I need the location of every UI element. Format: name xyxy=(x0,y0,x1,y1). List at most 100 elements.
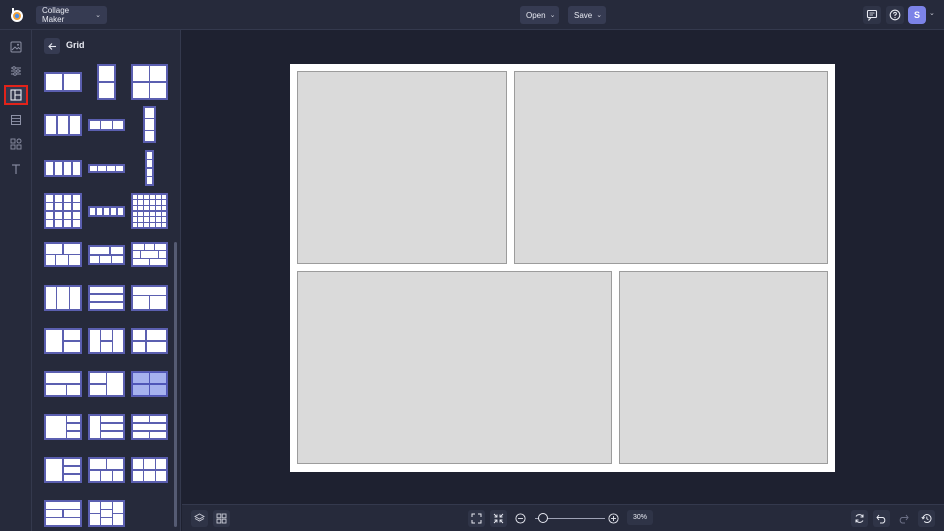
grid-layout-cell xyxy=(101,470,112,482)
grid-layout-cell xyxy=(158,251,167,258)
layers-button[interactable] xyxy=(191,510,208,527)
grid-layout-cell xyxy=(150,217,155,222)
grid-layout-cell xyxy=(45,286,57,310)
grid-layout-option[interactable] xyxy=(44,285,82,311)
collage-cell-2[interactable] xyxy=(514,71,828,264)
grid-layout-cell xyxy=(101,423,124,431)
grid-layout-cell xyxy=(107,458,124,470)
grid-view-button[interactable] xyxy=(213,510,230,527)
grid-layout-option[interactable] xyxy=(131,371,168,397)
grid-layout-option[interactable] xyxy=(44,371,82,397)
grid-layout-option[interactable] xyxy=(44,160,82,177)
grid-layout-cell xyxy=(101,501,112,509)
rail-elements-button[interactable] xyxy=(4,134,28,154)
grid-layout-option[interactable] xyxy=(88,500,125,527)
grid-layout-option[interactable] xyxy=(131,64,168,100)
avatar[interactable]: S xyxy=(908,6,926,24)
grid-layout-option[interactable] xyxy=(131,414,168,440)
collage-cell-3[interactable] xyxy=(297,271,612,464)
grid-layout-option[interactable] xyxy=(44,457,82,483)
grid-layout-option[interactable] xyxy=(131,285,168,311)
grid-layout-cell xyxy=(89,302,124,310)
grid-layout-cell xyxy=(63,73,81,91)
zoom-in-button[interactable] xyxy=(608,513,619,524)
grid-layout-option[interactable] xyxy=(44,242,82,267)
grid-panel: Grid xyxy=(32,30,181,531)
grid-layout-option[interactable] xyxy=(97,64,116,100)
refresh-button[interactable] xyxy=(851,510,868,527)
grid-layout-cell xyxy=(45,509,63,518)
zoom-level[interactable]: 30% xyxy=(627,510,653,525)
grid-layout-cell xyxy=(45,501,81,509)
grid-layout-option[interactable] xyxy=(88,245,125,265)
grid-layout-option[interactable] xyxy=(145,150,154,186)
rail-text-button[interactable] xyxy=(4,159,28,179)
grid-layout-option[interactable] xyxy=(143,106,156,143)
grid-layout-cell xyxy=(69,286,81,310)
grid-layout-option[interactable] xyxy=(131,328,168,354)
grid-layout-cell xyxy=(138,217,144,222)
fit-to-screen-button[interactable] xyxy=(468,510,485,527)
grid-layout-option[interactable] xyxy=(88,371,125,397)
actual-size-button[interactable] xyxy=(490,510,507,527)
grid-layout-cell xyxy=(101,509,112,518)
app-dropdown[interactable]: Collage Maker ⌄ xyxy=(36,6,107,24)
comments-button[interactable] xyxy=(863,6,881,24)
zoom-out-button[interactable] xyxy=(515,513,526,524)
grid-layout-cell xyxy=(144,205,149,211)
help-button[interactable] xyxy=(886,6,904,24)
grid-layout-option[interactable] xyxy=(44,193,82,229)
grid-layout-option[interactable] xyxy=(88,119,125,131)
rail-adjust-button[interactable] xyxy=(4,61,28,81)
grid-layout-cell xyxy=(54,211,63,219)
grid-layout-cell xyxy=(63,329,81,341)
tool-rail xyxy=(0,30,32,531)
undo-button[interactable] xyxy=(873,510,890,527)
rail-image-button[interactable] xyxy=(4,37,28,57)
grid-layout-cell xyxy=(132,222,138,228)
grid-layout-cell xyxy=(89,470,100,482)
open-dropdown[interactable]: Open ⌄ xyxy=(520,6,559,24)
rail-grid-button[interactable] xyxy=(4,85,28,105)
zoom-slider-handle[interactable] xyxy=(538,513,548,523)
grid-layout-cell xyxy=(98,165,106,172)
collage-cell-4[interactable] xyxy=(619,271,828,464)
grid-layout-cell xyxy=(150,211,155,217)
redo-button[interactable] xyxy=(895,510,912,527)
grid-layout-option[interactable] xyxy=(88,285,125,311)
grid-layout-cell xyxy=(155,243,167,250)
grid-layout-option[interactable] xyxy=(44,72,82,92)
grid-layout-cell xyxy=(69,115,81,135)
grid-layout-option[interactable] xyxy=(44,500,82,527)
grid-layout-option[interactable] xyxy=(88,206,125,217)
grid-layout-option[interactable] xyxy=(88,414,125,440)
chevron-down-icon: ⌄ xyxy=(549,12,556,19)
collage-cell-1[interactable] xyxy=(297,71,507,264)
logo-icon[interactable] xyxy=(8,6,26,24)
grid-layout-option[interactable] xyxy=(88,164,125,173)
grid-layout-option[interactable] xyxy=(44,414,82,440)
grid-layout-option[interactable] xyxy=(88,457,125,483)
rail-layers-button[interactable] xyxy=(4,110,28,130)
grid-layout-cell xyxy=(54,161,63,176)
grid-layout-option[interactable] xyxy=(131,193,168,229)
panel-scrollbar[interactable] xyxy=(174,242,177,527)
grid-layout-cell xyxy=(150,205,155,211)
grid-layout-cell xyxy=(112,120,124,130)
save-dropdown[interactable]: Save ⌄ xyxy=(568,6,606,24)
grid-layout-option[interactable] xyxy=(44,328,82,354)
account-chevron-down-icon[interactable]: ⌄ xyxy=(929,9,935,17)
history-button[interactable] xyxy=(918,510,935,527)
grid-layout-cell xyxy=(132,251,141,258)
open-label: Open xyxy=(526,10,546,20)
grid-layout-option[interactable] xyxy=(131,242,168,267)
grid-layout-option[interactable] xyxy=(88,328,125,354)
collage-page[interactable] xyxy=(290,64,835,472)
grid-layout-option[interactable] xyxy=(44,114,82,136)
grid-layout-option[interactable] xyxy=(131,457,168,483)
grid-layout-cell xyxy=(132,415,149,423)
back-button[interactable] xyxy=(44,38,60,54)
grid-layout-cell xyxy=(100,255,112,264)
grid-layout-cell xyxy=(63,341,81,353)
grid-layout-cell xyxy=(45,115,57,135)
